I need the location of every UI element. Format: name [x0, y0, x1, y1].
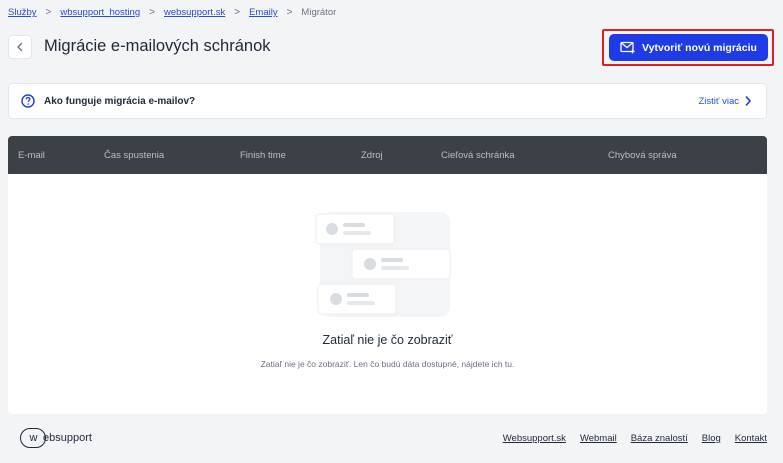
empty-state-title: Zatiaľ nie je čo zobraziť: [322, 333, 453, 347]
breadcrumb-current: Migrátor: [301, 7, 337, 18]
footer-link-blog[interactable]: Blog: [702, 433, 721, 444]
websupport-logo[interactable]: w ebsupport: [20, 428, 92, 448]
question-circle-icon: [21, 94, 35, 108]
mail-plus-icon: [620, 41, 635, 54]
column-finish-time: Finish time: [240, 149, 286, 161]
footer-link-knowledge-base[interactable]: Báza znalostí: [631, 433, 688, 444]
chevron-right-icon: >: [45, 7, 52, 18]
column-source: Zdroj: [361, 149, 383, 161]
info-title: Ako funguje migrácia e-mailov?: [44, 95, 196, 107]
column-error-message: Chybová správa: [608, 149, 677, 161]
create-migration-button[interactable]: Vytvoriť novú migráciu: [609, 34, 768, 61]
footer-link-webmail[interactable]: Webmail: [580, 433, 617, 444]
empty-state-illustration: [315, 212, 451, 317]
chevron-right-icon: >: [286, 7, 293, 18]
create-migration-label: Vytvoriť novú migráciu: [642, 41, 757, 54]
learn-more-link[interactable]: Zistiť viac: [698, 95, 752, 107]
page-title: Migrácie e-mailových schránok: [44, 37, 271, 55]
logo-text: ebsupport: [43, 432, 92, 444]
chevron-left-icon: [17, 42, 23, 52]
breadcrumb-domain[interactable]: websupport.sk: [164, 7, 225, 18]
footer-link-websupport[interactable]: Websupport.sk: [503, 433, 566, 444]
empty-state-subtitle: Zatiaľ nie je čo zobraziť. Len čo budú d…: [260, 359, 515, 369]
footer-links: Websupport.sk Webmail Báza znalostí Blog…: [503, 433, 767, 444]
table-header: E-mail Čas spustenia Finish time Zdroj C…: [8, 136, 767, 174]
learn-more-label: Zistiť viac: [698, 95, 739, 107]
breadcrumb: Služby > wbsupport_hosting > websupport.…: [8, 7, 336, 18]
column-email: E-mail: [18, 149, 45, 161]
column-start-time: Čas spustenia: [104, 149, 165, 161]
back-button[interactable]: [8, 35, 32, 59]
chevron-right-icon: >: [149, 7, 155, 18]
chevron-right-icon: >: [234, 7, 241, 18]
chevron-right-icon: [745, 95, 752, 107]
migrations-table: E-mail Čas spustenia Finish time Zdroj C…: [8, 136, 767, 414]
breadcrumb-emaily[interactable]: Emaily: [249, 7, 278, 18]
breadcrumb-sluzby[interactable]: Služby: [8, 7, 37, 18]
info-bar: Ako funguje migrácia e-mailov? Zistiť vi…: [8, 83, 767, 119]
footer-link-contact[interactable]: Kontakt: [735, 433, 767, 444]
breadcrumb-hosting[interactable]: wbsupport_hosting: [60, 7, 140, 18]
column-target-mailbox: Cieľová schránka: [441, 149, 515, 161]
